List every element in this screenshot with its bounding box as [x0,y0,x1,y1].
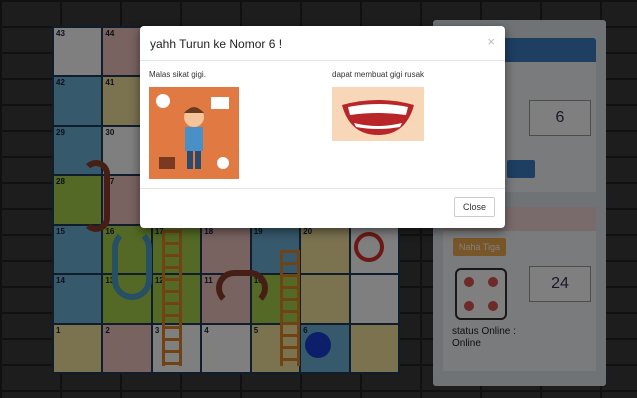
result-modal: yahh Turun ke Nomor 6 ! × Malas sikat gi… [140,26,505,228]
close-icon[interactable]: × [487,34,495,49]
close-button[interactable]: Close [453,197,495,217]
damaged-teeth-illustration [332,87,424,141]
effect-text: dapat membuat gigi rusak [332,70,425,79]
modal-title: yahh Turun ke Nomor 6 ! [150,37,283,51]
modal-header: yahh Turun ke Nomor 6 ! × [140,26,505,61]
cause-text: Malas sikat gigi. [149,70,206,79]
modal-footer: Close [140,188,505,228]
lazy-brushing-illustration [149,87,239,179]
